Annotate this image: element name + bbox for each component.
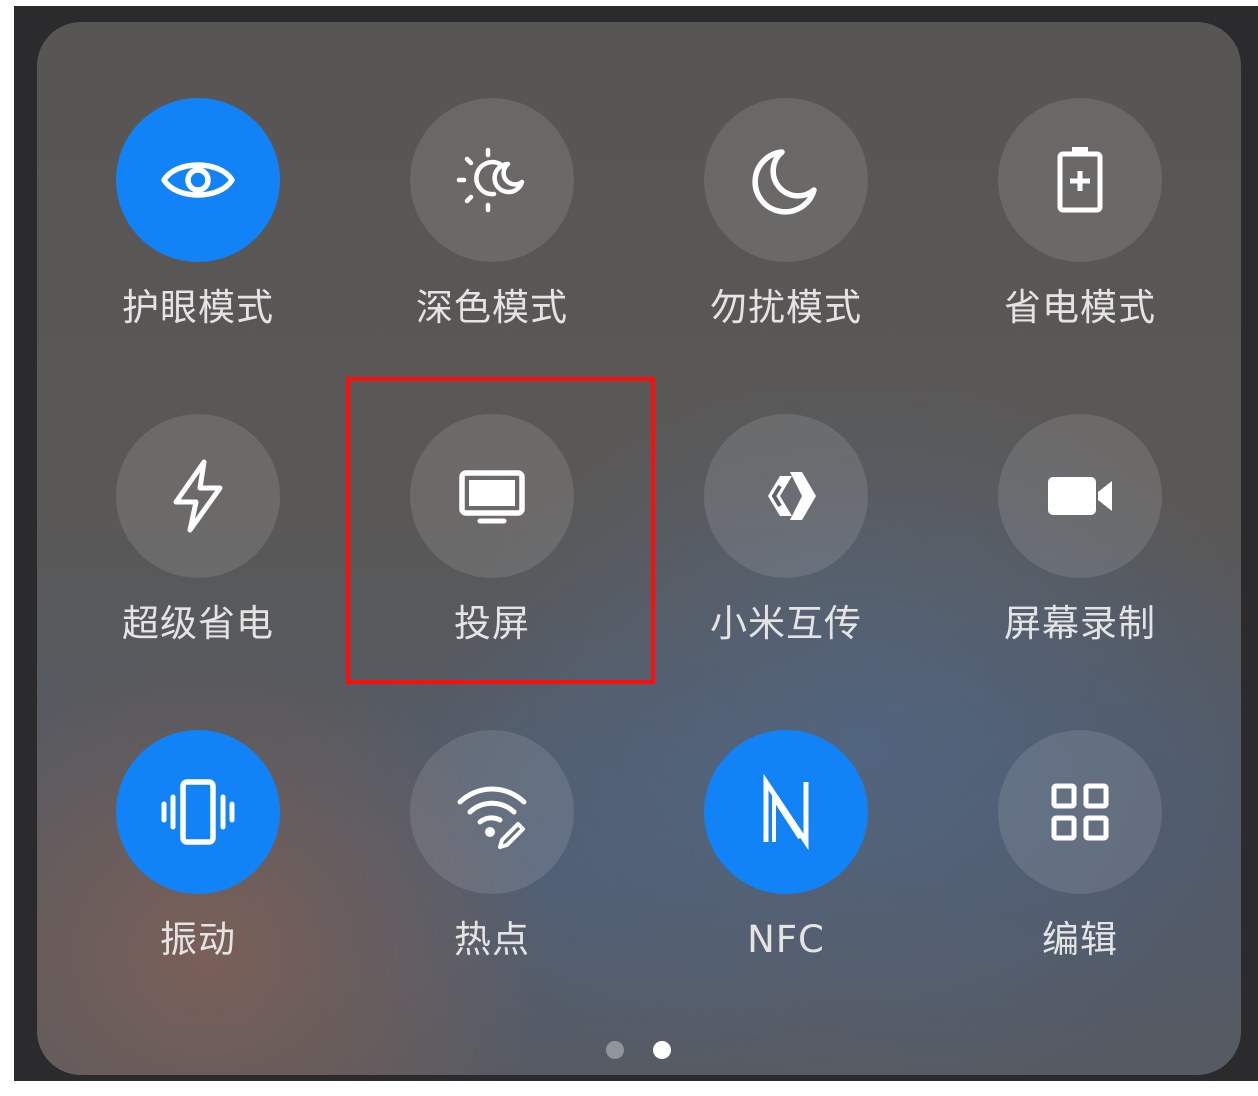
toggle-vibrate-button[interactable] <box>116 730 280 894</box>
toggle-edit[interactable]: 编辑 <box>960 730 1200 1020</box>
toggle-edit-button[interactable] <box>998 730 1162 894</box>
toggle-label: 热点 <box>454 918 530 961</box>
toggle-hotspot[interactable]: 热点 <box>372 730 612 1020</box>
toggle-dark-mode[interactable]: 深色模式 <box>372 98 612 388</box>
toggle-label: 超级省电 <box>122 602 274 645</box>
toggle-label: 勿扰模式 <box>710 286 862 329</box>
toggle-label: 省电模式 <box>1004 286 1156 329</box>
battery-plus-icon <box>1057 147 1103 213</box>
hotspot-icon <box>457 786 527 849</box>
toggle-label: 小米互传 <box>710 602 862 645</box>
toggle-nfc[interactable]: NFC <box>666 730 906 1020</box>
toggle-mi-share-button[interactable] <box>704 414 868 578</box>
toggle-label: 深色模式 <box>416 286 568 329</box>
toggle-vibrate[interactable]: 振动 <box>78 730 318 1020</box>
eye-icon <box>161 162 235 198</box>
highlight-box <box>346 377 655 684</box>
toggle-mi-share[interactable]: 小米互传 <box>666 414 906 704</box>
toggle-ultra-power-saving[interactable]: 超级省电 <box>78 414 318 704</box>
toggle-label: 振动 <box>160 918 236 961</box>
page-dot-1[interactable] <box>606 1041 624 1059</box>
video-camera-icon <box>1048 477 1112 515</box>
lightning-icon <box>173 459 223 533</box>
toggle-screen-record-button[interactable] <box>998 414 1162 578</box>
grid-icon <box>1051 783 1109 841</box>
toggle-label: NFC <box>747 918 825 961</box>
toggle-eye-care-button[interactable] <box>116 98 280 262</box>
toggle-eye-care[interactable]: 护眼模式 <box>78 98 318 388</box>
toggle-label: 编辑 <box>1042 918 1118 961</box>
vibrate-icon <box>161 779 235 845</box>
share-arrow-icon <box>768 472 816 520</box>
toggle-screen-record[interactable]: 屏幕录制 <box>960 414 1200 704</box>
toggle-label: 屏幕录制 <box>1004 602 1156 645</box>
toggle-dark-mode-button[interactable] <box>410 98 574 262</box>
toggle-power-saving[interactable]: 省电模式 <box>960 98 1200 388</box>
nfc-icon <box>763 773 809 851</box>
toggle-power-saving-button[interactable] <box>998 98 1162 262</box>
toggle-ultra-power-saving-button[interactable] <box>116 414 280 578</box>
toggle-nfc-button[interactable] <box>704 730 868 894</box>
toggle-label: 护眼模式 <box>122 286 274 329</box>
toggle-do-not-disturb-button[interactable] <box>704 98 868 262</box>
toggle-do-not-disturb[interactable]: 勿扰模式 <box>666 98 906 388</box>
moon-icon <box>752 149 817 215</box>
sun-moon-icon <box>456 147 525 213</box>
toggle-hotspot-button[interactable] <box>410 730 574 894</box>
page-dot-2-active[interactable] <box>653 1041 671 1059</box>
